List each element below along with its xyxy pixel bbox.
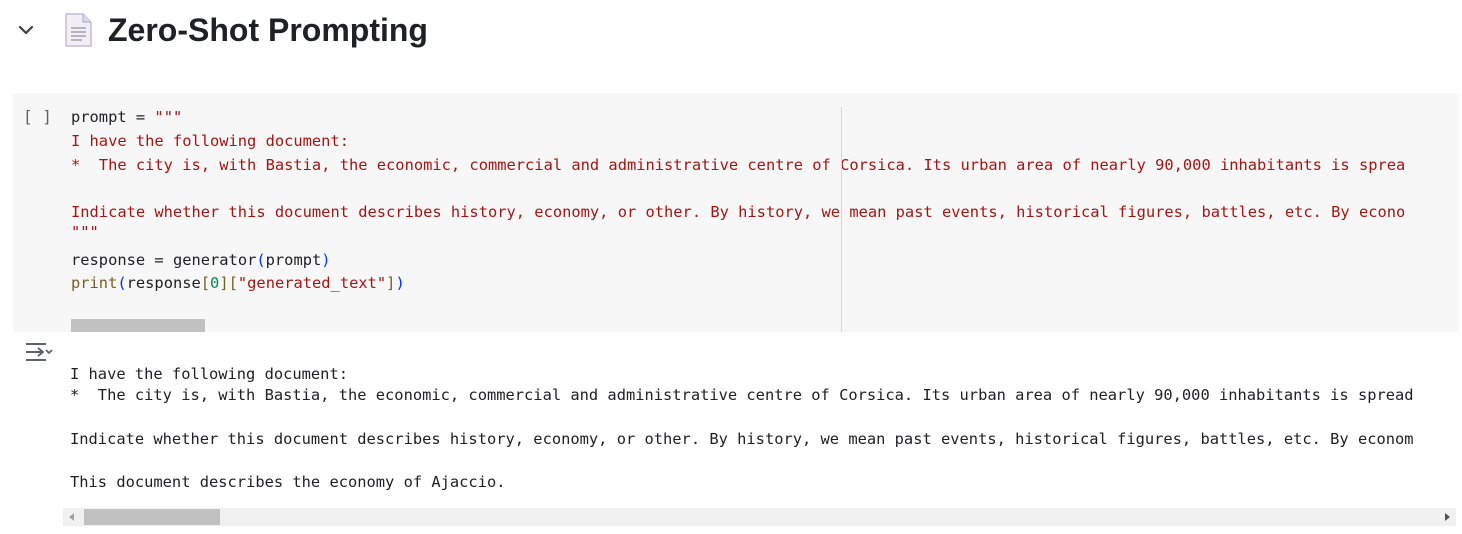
output-line-6: This document describes the economy of A…: [70, 473, 506, 491]
code-argument: prompt: [265, 251, 322, 269]
output-actions-icon[interactable]: [24, 340, 54, 366]
code-paren: ): [395, 274, 405, 292]
code-variable: response: [126, 274, 201, 292]
code-line-1: prompt = """: [71, 107, 182, 127]
code-line-8: response = generator(prompt): [71, 250, 331, 270]
code-editor[interactable]: prompt = """ I have the following docume…: [71, 105, 1459, 315]
section-header: Zero-Shot Prompting: [0, 0, 1462, 62]
code-paren: (: [117, 274, 127, 292]
run-cell-button[interactable]: [ ]: [23, 107, 52, 126]
output-line-1: I have the following document:: [70, 365, 348, 383]
code-bracket: ]: [219, 274, 229, 292]
code-variable: prompt: [71, 108, 127, 126]
code-bracket: [: [228, 274, 238, 292]
code-cell[interactable]: [ ] prompt = """ I have the following do…: [13, 93, 1459, 332]
code-paren: ): [321, 251, 331, 269]
scroll-left-icon[interactable]: [69, 513, 74, 521]
code-line-3: * The city is, with Bastia, the economic…: [71, 156, 1406, 174]
code-paren: (: [256, 251, 266, 269]
output-line-2: * The city is, with Bastia, the economic…: [70, 386, 1414, 404]
editor-ruler: [841, 107, 842, 332]
code-variable: response: [71, 251, 146, 269]
scroll-right-icon[interactable]: [1445, 513, 1450, 521]
code-bracket: [: [200, 274, 211, 292]
code-string: """: [154, 108, 183, 126]
code-function: generator: [172, 251, 257, 269]
output-horizontal-scrollbar[interactable]: [63, 508, 1456, 526]
output-scrollbar-thumb[interactable]: [84, 509, 220, 525]
code-line-6: """: [71, 223, 99, 241]
output-line-4: Indicate whether this document describes…: [70, 430, 1414, 448]
code-scrollbar-thumb[interactable]: [71, 319, 205, 332]
code-function: print: [71, 274, 118, 292]
cell-output: I have the following document: * The cit…: [0, 332, 1462, 526]
document-icon: [62, 12, 94, 48]
chevron-down-icon[interactable]: [14, 18, 38, 42]
code-number: 0: [210, 274, 220, 292]
code-line-2: I have the following document:: [71, 132, 349, 150]
code-line-5: Indicate whether this document describes…: [71, 203, 1406, 221]
code-line-9: print(response[0]["generated_text"]): [71, 273, 405, 293]
section-title: Zero-Shot Prompting: [108, 12, 428, 48]
code-operator: =: [126, 108, 155, 126]
code-operator: =: [145, 251, 173, 269]
code-string: "generated_text": [237, 274, 387, 292]
